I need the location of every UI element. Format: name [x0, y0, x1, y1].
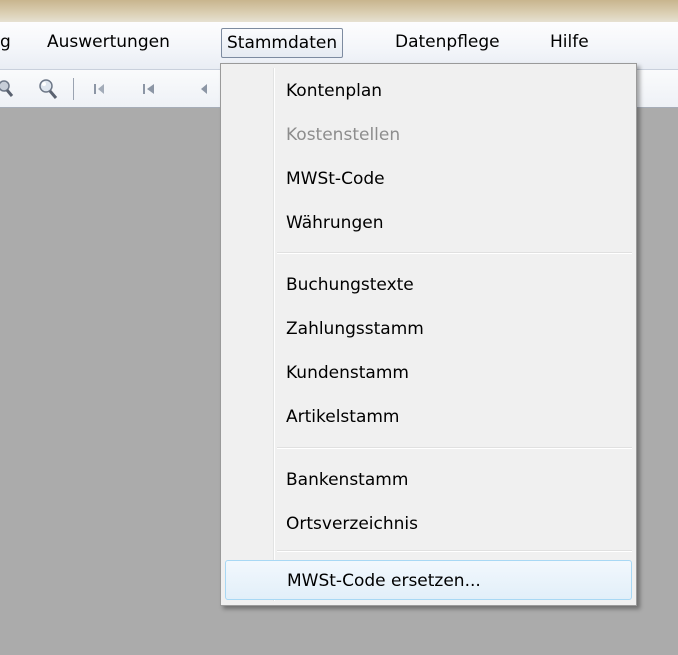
menu-item-buchungstexte[interactable]: Buchungstexte — [225, 265, 632, 305]
zoom-icon[interactable] — [0, 78, 18, 105]
menu-hilfe[interactable]: Hilfe — [544, 28, 595, 58]
menu-item-bankenstamm[interactable]: Bankenstamm — [225, 460, 632, 500]
menu-item-ortsverzeichnis[interactable]: Ortsverzeichnis — [225, 504, 632, 544]
window-title-strip — [0, 0, 678, 22]
menu-item-zahlungsstamm[interactable]: Zahlungsstamm — [225, 309, 632, 349]
menu-separator — [277, 447, 632, 449]
toolbar-separator — [73, 78, 74, 100]
find-icon[interactable] — [34, 78, 60, 105]
menu-item-artikelstamm[interactable]: Artikelstamm — [225, 397, 632, 437]
previous-icon[interactable] — [198, 78, 210, 105]
menu-stammdaten[interactable]: Stammdaten — [221, 28, 344, 58]
menu-separator — [277, 252, 632, 254]
first-record-icon[interactable] — [92, 78, 108, 105]
menu-item-kostenstellen: Kostenstellen — [286, 125, 401, 145]
first-icon[interactable] — [142, 78, 158, 105]
menu-datenpflege[interactable]: Datenpflege — [389, 28, 506, 58]
stammdaten-dropdown-menu: Kontenplan Kostenstellen MWSt-Code Währu… — [220, 63, 637, 606]
menu-item-kontenplan[interactable]: Kontenplan — [225, 71, 632, 111]
menu-item-waehrungen[interactable]: Währungen — [225, 203, 632, 243]
menu-separator — [277, 550, 632, 552]
menu-item-partial[interactable]: g — [0, 28, 17, 58]
menu-item-mwst-code[interactable]: MWSt-Code — [225, 159, 632, 199]
menu-auswertungen[interactable]: Auswertungen — [41, 28, 176, 58]
menu-item-kundenstamm[interactable]: Kundenstamm — [225, 353, 632, 393]
menu-item-mwst-code-ersetzen[interactable]: MWSt-Code ersetzen... — [225, 560, 632, 600]
